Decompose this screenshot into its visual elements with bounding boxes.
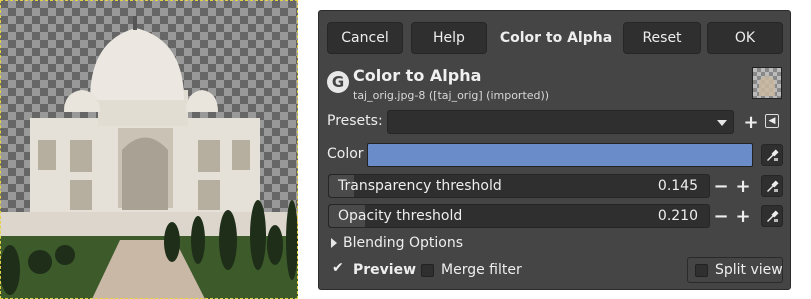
help-button[interactable]: Help — [411, 22, 487, 54]
image-canvas[interactable] — [0, 0, 298, 299]
filter-title: Color to Alpha — [353, 66, 482, 85]
color-button[interactable] — [367, 143, 753, 167]
blending-options-label: Blending Options — [343, 235, 463, 251]
ok-button[interactable]: OK — [707, 22, 783, 54]
split-view-label: Split view — [715, 262, 783, 278]
minus-icon[interactable]: − — [712, 176, 730, 197]
merge-filter-checkbox[interactable]: Merge filter — [421, 262, 522, 278]
plus-icon[interactable]: + — [734, 176, 752, 197]
split-view-checkbox[interactable]: Split view — [695, 262, 783, 278]
preview-checkbox[interactable]: Preview — [332, 260, 417, 279]
taj-image — [0, 16, 298, 299]
dialog-title: Color to Alpha — [499, 30, 613, 46]
minus-icon[interactable]: − — [712, 206, 730, 227]
chevron-down-icon — [717, 120, 727, 126]
color-picker-icon[interactable] — [761, 175, 783, 197]
transparency-threshold-spinscale[interactable]: Transparency threshold 0.145 — [328, 174, 710, 198]
cancel-button[interactable]: Cancel — [327, 22, 403, 54]
checkmark-icon — [332, 260, 346, 277]
blending-options-expander[interactable]: Blending Options — [331, 235, 463, 251]
drawable-subtitle: taj_orig.jpg-8 ([taj_orig] (imported)) — [353, 89, 550, 102]
transparency-value: 0.145 — [657, 178, 698, 194]
plus-icon[interactable]: + — [734, 206, 752, 227]
presets-dropdown[interactable] — [387, 110, 734, 134]
preview-label: Preview — [353, 262, 417, 278]
transparency-label: Transparency threshold — [338, 178, 502, 194]
gimp-logo-icon: G — [327, 71, 349, 93]
color-to-alpha-dialog: Cancel Help Color to Alpha Reset OK G Co… — [318, 10, 791, 290]
split-view-box — [695, 263, 708, 277]
opacity-label: Opacity threshold — [338, 208, 463, 224]
preset-menu-icon[interactable]: ◀ — [765, 114, 779, 128]
opacity-value: 0.210 — [657, 208, 698, 224]
merge-filter-box — [421, 263, 434, 277]
opacity-threshold-spinscale[interactable]: Opacity threshold 0.210 — [328, 204, 710, 228]
color-picker-icon[interactable] — [761, 205, 783, 227]
preset-add-icon[interactable]: + — [742, 112, 760, 133]
presets-label: Presets: — [327, 113, 383, 129]
color-picker-icon[interactable] — [761, 144, 783, 166]
drawable-thumbnail — [752, 67, 782, 99]
color-label: Color — [327, 146, 364, 162]
reset-button[interactable]: Reset — [623, 22, 701, 54]
expander-arrow-icon — [331, 238, 337, 248]
merge-filter-label: Merge filter — [441, 262, 522, 278]
